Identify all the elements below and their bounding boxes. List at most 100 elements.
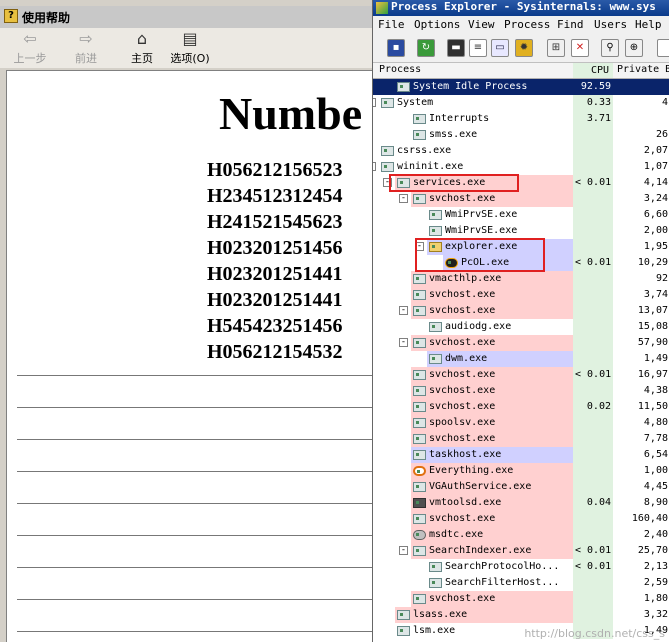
private-bytes-cell: 2,00 xyxy=(615,223,669,239)
options-button-label: 选项(O) xyxy=(170,52,210,65)
process-tree[interactable]: System Idle Process 92.59 - System 0.33 4 Inte… xyxy=(373,79,669,642)
kill-process-icon[interactable]: ✕ xyxy=(571,39,589,57)
process-row[interactable]: smss.exe 26 xyxy=(373,127,669,143)
process-properties-icon[interactable]: ⊞ xyxy=(547,39,565,57)
process-row[interactable]: - SearchIndexer.exe < 0.01 25,70 xyxy=(373,543,669,559)
tree-collapse-icon[interactable]: - xyxy=(399,194,408,203)
column-cpu[interactable]: CPU xyxy=(573,63,613,78)
divider xyxy=(17,471,372,472)
process-icon xyxy=(413,514,426,524)
private-bytes-value: 3,74 xyxy=(643,289,668,300)
options-button[interactable]: ▤ 选项(O) xyxy=(162,28,218,68)
menu-users[interactable]: Users xyxy=(594,18,627,31)
target-icon[interactable]: ⊕ xyxy=(625,39,643,57)
process-row[interactable]: SearchFilterHost... 2,59 xyxy=(373,575,669,591)
help-content-pane[interactable]: Numbe H056212156523 H234512312454 H24152… xyxy=(6,70,372,642)
private-bytes-value: 6,54 xyxy=(643,449,668,460)
help-title-bar[interactable]: ? 使用帮助 xyxy=(0,6,372,28)
private-bytes-value: 2,13 xyxy=(643,561,668,572)
process-icon xyxy=(413,402,426,412)
process-row[interactable]: csrss.exe 2,07 xyxy=(373,143,669,159)
lower-pane-icon[interactable]: ▭ xyxy=(491,39,509,57)
back-button[interactable]: ⇦ 上一步 xyxy=(4,28,56,68)
tree-collapse-icon[interactable]: - xyxy=(373,162,376,171)
process-row[interactable]: svchost.exe < 0.01 16,97 xyxy=(373,367,669,383)
process-row[interactable]: System Idle Process 92.59 xyxy=(373,79,669,95)
process-row[interactable]: - System 0.33 4 xyxy=(373,95,669,111)
process-row[interactable]: svchost.exe 4,38 xyxy=(373,383,669,399)
process-icon xyxy=(413,274,426,284)
process-row[interactable]: Interrupts 3.71 xyxy=(373,111,669,127)
menu-file[interactable]: File xyxy=(378,18,405,31)
process-row[interactable]: - wininit.exe 1,07 xyxy=(373,159,669,175)
properties-icon[interactable]: ≡ xyxy=(469,39,487,57)
menu-options[interactable]: Options xyxy=(414,18,460,31)
process-row[interactable]: Everything.exe 1,00 xyxy=(373,463,669,479)
process-row[interactable]: svchost.exe 0.02 11,50 xyxy=(373,399,669,415)
process-row[interactable]: dwm.exe 1,49 xyxy=(373,351,669,367)
menu-process[interactable]: Process xyxy=(504,18,550,31)
process-row[interactable]: audiodg.exe 15,08 xyxy=(373,319,669,335)
private-bytes-cell: 160,40 xyxy=(615,511,669,527)
cpu-cell xyxy=(573,527,613,543)
forward-button[interactable]: ⇨ 前进 xyxy=(60,28,112,68)
tree-collapse-icon[interactable]: - xyxy=(399,338,408,347)
process-row[interactable]: svchost.exe 3,74 xyxy=(373,287,669,303)
process-name: audiodg.exe xyxy=(445,321,512,332)
process-row[interactable]: spoolsv.exe 4,80 xyxy=(373,415,669,431)
process-row[interactable]: taskhost.exe 6,54 xyxy=(373,447,669,463)
process-row[interactable]: SearchProtocolHo... < 0.01 2,13 xyxy=(373,559,669,575)
process-name-cell: Everything.exe xyxy=(411,463,573,479)
process-name: Everything.exe xyxy=(429,465,514,476)
save-icon[interactable]: ▪ xyxy=(387,39,405,57)
process-row[interactable]: VGAuthService.exe 4,45 xyxy=(373,479,669,495)
process-row[interactable]: - svchost.exe 13,07 xyxy=(373,303,669,319)
process-name: svchost.exe xyxy=(429,593,496,604)
home-icon: ⌂ xyxy=(136,29,148,48)
menu-view[interactable]: View xyxy=(468,18,495,31)
process-row[interactable]: msdtc.exe 2,40 xyxy=(373,527,669,543)
process-row[interactable]: WmiPrvSE.exe 6,60 xyxy=(373,207,669,223)
process-row[interactable]: - svchost.exe 3,24 xyxy=(373,191,669,207)
menu-find[interactable]: Find xyxy=(557,18,584,31)
process-name-cell: svchost.exe xyxy=(411,383,573,399)
private-bytes-value: 16,97 xyxy=(637,369,668,380)
process-row[interactable]: vmtoolsd.exe 0.04 8,90 xyxy=(373,495,669,511)
dll-view-icon[interactable]: ✹ xyxy=(515,39,533,57)
watermark: http://blog.csdn.net/css_s xyxy=(524,627,665,640)
tree-collapse-icon[interactable]: - xyxy=(373,98,376,107)
private-bytes-value: 4,14 xyxy=(643,177,668,188)
tree-collapse-icon[interactable]: - xyxy=(399,546,408,555)
process-name-cell: lsass.exe xyxy=(395,607,573,623)
find-icon[interactable]: ⚲ xyxy=(601,39,619,57)
process-row[interactable]: svchost.exe 1,80 xyxy=(373,591,669,607)
system-info-icon[interactable]: ▬ xyxy=(447,39,465,57)
pe-title-bar[interactable]: Process Explorer - Sysinternals: www.sys xyxy=(373,0,669,16)
process-icon xyxy=(429,578,442,588)
private-bytes-value: 1,80 xyxy=(643,593,668,604)
process-row[interactable]: vmacthlp.exe 92 xyxy=(373,271,669,287)
process-row[interactable]: WmiPrvSE.exe 2,00 xyxy=(373,223,669,239)
menu-help[interactable]: Help xyxy=(635,18,662,31)
column-private-bytes[interactable]: Private B xyxy=(617,64,669,75)
cpu-cell: < 0.01 xyxy=(573,175,613,191)
cpu-cell xyxy=(573,319,613,335)
private-bytes-cell: 1,49 xyxy=(615,351,669,367)
tree-collapse-icon[interactable]: - xyxy=(399,306,408,315)
process-name-cell: spoolsv.exe xyxy=(411,415,573,431)
process-icon xyxy=(413,418,426,428)
process-row[interactable]: - svchost.exe 57,90 xyxy=(373,335,669,351)
private-bytes-cell: 11,50 xyxy=(615,399,669,415)
process-icon xyxy=(413,130,426,140)
process-row[interactable]: svchost.exe 160,40 xyxy=(373,511,669,527)
process-name: vmtoolsd.exe xyxy=(429,497,502,508)
process-name-cell: csrss.exe xyxy=(379,143,573,159)
process-row[interactable]: svchost.exe 7,78 xyxy=(373,431,669,447)
private-bytes-cell: 10,29 xyxy=(615,255,669,271)
column-process[interactable]: Process xyxy=(379,64,421,75)
private-bytes-cell: 1,07 xyxy=(615,159,669,175)
annotation-box-services xyxy=(389,174,519,192)
refresh-icon[interactable]: ↻ xyxy=(417,39,435,57)
home-button[interactable]: ⌂ 主页 xyxy=(116,28,168,68)
process-row[interactable]: lsass.exe 3,32 xyxy=(373,607,669,623)
